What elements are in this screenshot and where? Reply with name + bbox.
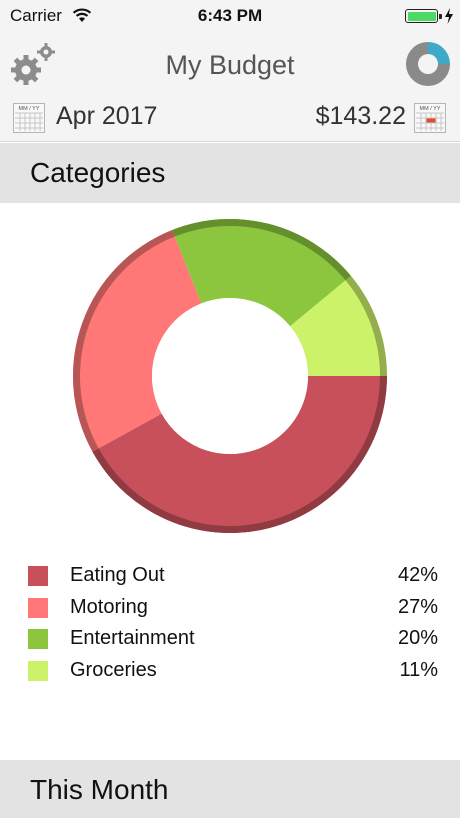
page-title: My Budget xyxy=(165,50,295,80)
category-legend: Eating Out 42% Motoring 27% Entertainment 20%… xyxy=(0,560,460,686)
legend-label: Motoring xyxy=(70,595,148,618)
charging-bolt-icon xyxy=(445,8,453,24)
section-header-this-month: This Month xyxy=(0,760,460,818)
legend-row-groceries[interactable]: Groceries 11% xyxy=(0,655,460,687)
nav-header: My Budget MM / YY Apr 2017 $143.22 MM / … xyxy=(0,32,460,142)
donut-hole xyxy=(152,298,308,454)
legend-swatch xyxy=(28,660,48,681)
legend-label: Eating Out xyxy=(70,564,165,586)
donut-chart-icon[interactable] xyxy=(404,40,452,88)
legend-label: Groceries xyxy=(70,658,157,681)
legend-swatch xyxy=(28,629,48,649)
calendar-icon[interactable]: MM / YY xyxy=(414,103,446,133)
legend-row-eating-out[interactable]: Eating Out 42% xyxy=(0,560,460,592)
battery-icon xyxy=(405,9,442,23)
legend-row-motoring[interactable]: Motoring 27% xyxy=(0,592,460,624)
calendar-caption: MM / YY xyxy=(420,106,441,112)
section-title-categories: Categories xyxy=(30,157,166,188)
legend-percent: 42% xyxy=(397,564,438,586)
section-title-this-month: This Month xyxy=(30,774,169,805)
legend-percent: 27% xyxy=(397,595,438,618)
calendar-caption: MM / YY xyxy=(19,106,40,112)
category-donut-chart xyxy=(72,219,387,534)
legend-swatch xyxy=(28,597,48,618)
legend-percent: 11% xyxy=(399,658,438,681)
legend-percent: 20% xyxy=(397,627,438,649)
status-time: 6:43 PM xyxy=(197,6,263,25)
legend-row-entertainment[interactable]: Entertainment 20% xyxy=(0,623,460,655)
month-selector[interactable]: Apr 2017 xyxy=(56,102,157,131)
section-header-categories: Categories xyxy=(0,143,460,203)
calendar-icon[interactable]: MM / YY xyxy=(13,103,45,133)
legend-label: Entertainment xyxy=(70,627,195,649)
budget-total: $143.22 xyxy=(315,102,406,130)
legend-swatch xyxy=(28,566,48,586)
status-bar: Carrier 6:43 PM xyxy=(0,0,460,32)
